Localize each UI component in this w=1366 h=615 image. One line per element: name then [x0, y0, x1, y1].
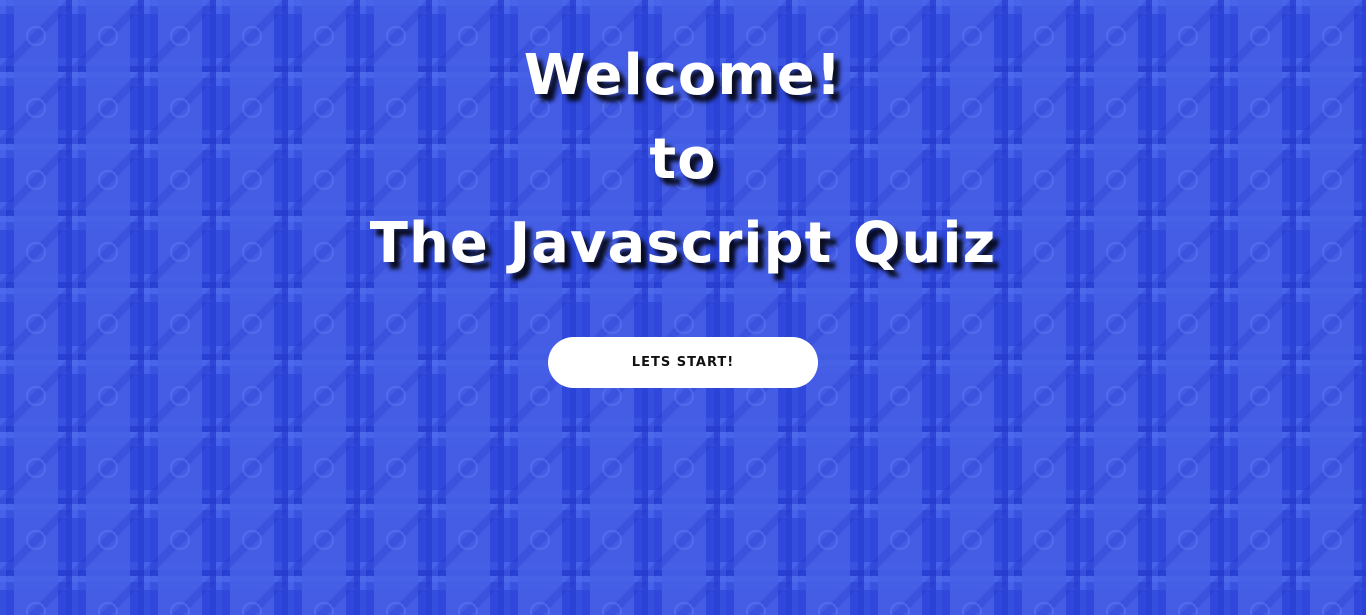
welcome-heading: Welcome! to The Javascript Quiz	[0, 34, 1366, 286]
start-quiz-button[interactable]: LETS START!	[548, 337, 818, 388]
quiz-title: The Javascript Quiz	[369, 211, 997, 276]
welcome-text: Welcome!	[523, 43, 843, 108]
to-text: to	[649, 127, 717, 192]
